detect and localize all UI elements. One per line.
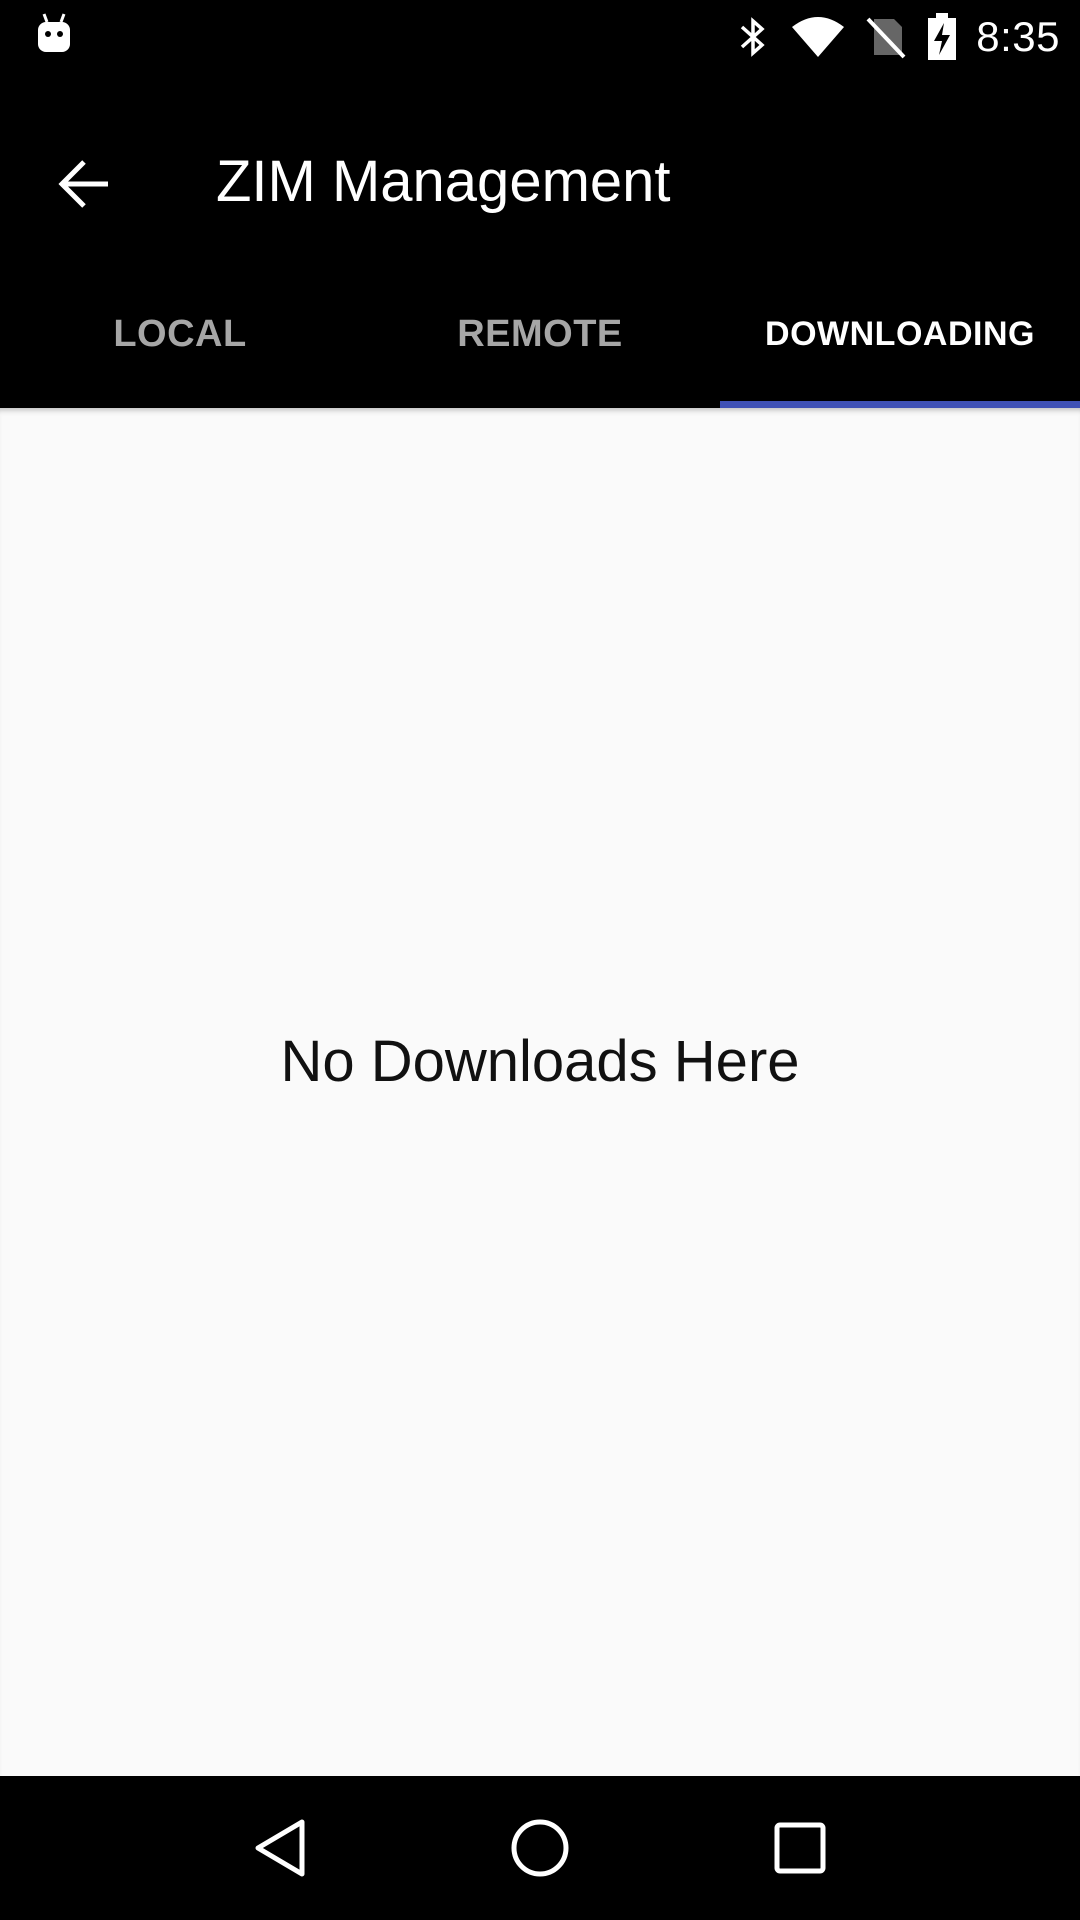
back-triangle-icon: [255, 1819, 305, 1877]
battery-charging-icon: [926, 13, 958, 61]
empty-state-message: No Downloads Here: [280, 1029, 800, 1094]
bluetooth-icon: [736, 15, 770, 59]
tab-bar: LOCAL REMOTE DOWNLOADING: [0, 270, 1080, 408]
tab-remote[interactable]: REMOTE: [360, 270, 720, 408]
tab-remote-label: REMOTE: [457, 312, 623, 355]
tab-downloading-label: DOWNLOADING: [765, 314, 1035, 353]
android-notification-icon: [36, 12, 72, 56]
wifi-icon: [790, 15, 846, 59]
recents-square-icon: [774, 1822, 826, 1874]
tab-indicator: [720, 401, 1080, 408]
nav-back-button[interactable]: [230, 1798, 330, 1898]
nav-home-button[interactable]: [490, 1798, 590, 1898]
status-bar: 8:35: [0, 0, 1080, 74]
system-nav-bar: [0, 1776, 1080, 1920]
nav-recents-button[interactable]: [750, 1798, 850, 1898]
tab-local-label: LOCAL: [113, 312, 247, 355]
status-time: 8:35: [976, 13, 1060, 60]
no-sim-icon: [866, 15, 906, 59]
status-icons: 8:35: [716, 0, 1060, 74]
home-circle-icon: [511, 1819, 569, 1877]
app-bar: ZIM Management LOCAL REMOTE DOWNLOADING: [0, 74, 1080, 408]
page-title: ZIM Management: [216, 149, 671, 214]
arrow-back-icon: [58, 160, 108, 208]
tab-local[interactable]: LOCAL: [0, 270, 360, 408]
downloads-content: No Downloads Here: [0, 408, 1080, 1776]
back-button[interactable]: [44, 144, 124, 224]
tab-downloading[interactable]: DOWNLOADING: [720, 270, 1080, 408]
